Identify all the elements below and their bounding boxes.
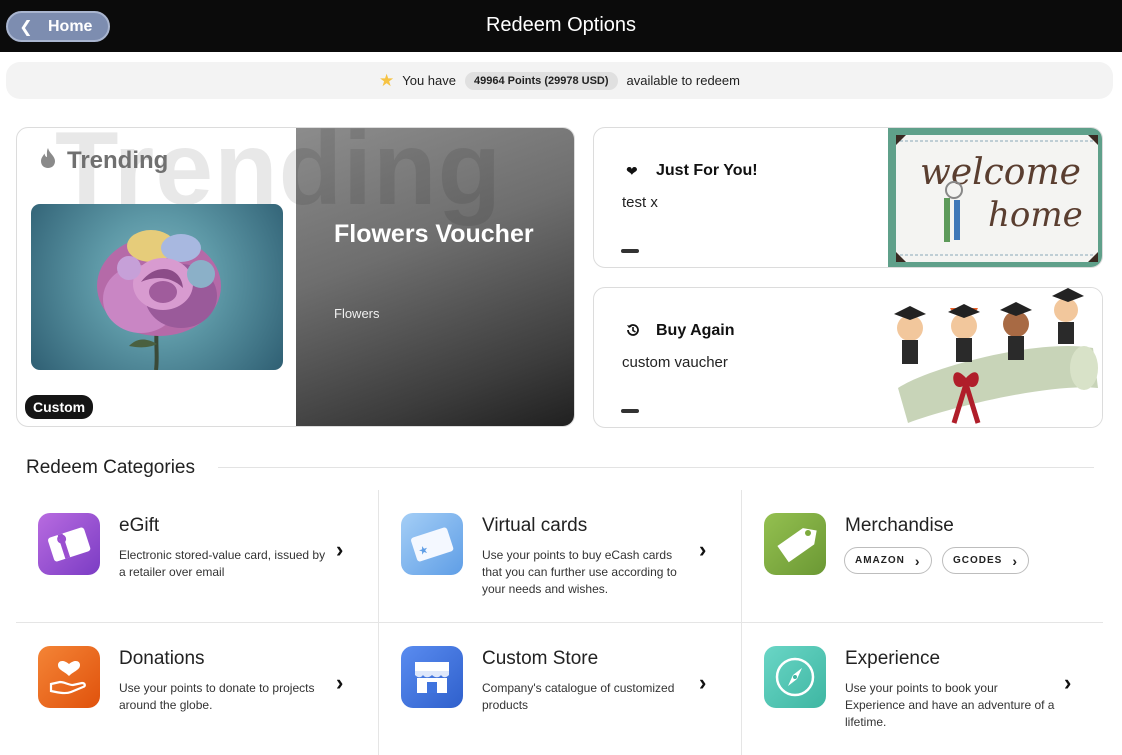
- heart-icon: ❤: [626, 162, 638, 179]
- category-description: Use your points to buy eCash cards that …: [482, 548, 677, 596]
- gcodes-chip[interactable]: GCODES ›: [942, 547, 1030, 574]
- trending-card[interactable]: Trending Trending Custom Flowers Voucher…: [16, 127, 575, 427]
- redeem-categories-title: Redeem Categories: [26, 457, 195, 478]
- just-for-you-heading: ❤ Just For You!: [626, 162, 758, 180]
- category-name: Custom Store: [482, 648, 599, 669]
- price-tag-icon: [764, 513, 826, 575]
- page-title: Redeem Options: [485, 14, 637, 36]
- chevron-right-icon[interactable]: ›: [699, 670, 706, 696]
- category-name: eGift: [119, 515, 160, 536]
- chevron-right-icon[interactable]: ›: [1064, 670, 1071, 696]
- points-badge: 49964 Points (29978 USD): [465, 71, 618, 90]
- category-donations[interactable]: Donations Use your points to donate to p…: [16, 623, 378, 755]
- trending-title: Trending: [67, 147, 169, 174]
- buy-again-card[interactable]: Buy Again custom vaucher: [593, 287, 1103, 428]
- category-name: Donations: [119, 648, 205, 669]
- category-description: Use your points to donate to projects ar…: [119, 681, 315, 712]
- just-for-you-title: Just For You!: [656, 162, 758, 179]
- store-icon: [401, 646, 463, 708]
- buy-again-subtitle: custom vaucher: [622, 354, 728, 371]
- category-experience[interactable]: Experience Use your points to book your …: [742, 623, 1104, 755]
- gift-card-icon: [38, 513, 100, 575]
- star-icon: ★: [379, 70, 395, 90]
- flame-icon: [39, 147, 57, 175]
- category-name: Experience: [845, 648, 941, 669]
- amazon-chip[interactable]: AMAZON ›: [844, 547, 932, 574]
- graduates-image: [888, 288, 1102, 427]
- section-divider: [218, 467, 1094, 468]
- category-description: Company's catalogue of customized produc…: [482, 681, 675, 712]
- category-virtual-cards[interactable]: ★ Virtual cards Use your points to buy e…: [379, 490, 741, 622]
- welcome-home-image: welcome home: [888, 128, 1102, 267]
- category-merchandise[interactable]: Merchandise AMAZON › GCODES ›: [742, 490, 1104, 622]
- category-custom-store[interactable]: Custom Store Company's catalogue of cust…: [379, 623, 741, 755]
- buy-again-title: Buy Again: [656, 322, 735, 339]
- chevron-right-icon[interactable]: ›: [699, 537, 706, 563]
- just-for-you-subtitle: test x: [622, 194, 658, 211]
- compass-icon: [764, 646, 826, 708]
- category-description: Electronic stored-value card, issued by …: [119, 548, 326, 579]
- points-banner: ★ You have 49964 Points (29978 USD) avai…: [6, 62, 1113, 99]
- category-description: Use your points to book your Experience …: [845, 681, 1055, 729]
- chevron-right-icon: ›: [1012, 552, 1019, 569]
- category-name: Virtual cards: [482, 515, 588, 536]
- points-prefix: You have: [402, 73, 456, 88]
- virtual-card-icon: ★: [401, 513, 463, 575]
- category-name: Merchandise: [845, 515, 954, 536]
- top-bar: ❮ Home Redeem Options: [0, 0, 1122, 52]
- buy-again-heading: Buy Again: [626, 322, 735, 340]
- chevron-right-icon: ›: [914, 552, 921, 569]
- welcome-art-text: welcome: [920, 152, 1081, 193]
- trending-heading: Trending: [39, 147, 168, 175]
- chevron-right-icon[interactable]: ›: [336, 537, 343, 563]
- points-suffix: available to redeem: [626, 73, 740, 88]
- voucher-category: Flowers: [334, 306, 380, 321]
- category-egift[interactable]: eGift Electronic stored-value card, issu…: [16, 490, 378, 622]
- custom-tag: Custom: [25, 395, 94, 419]
- just-for-you-card[interactable]: ❤ Just For You! test x welcome home: [593, 127, 1103, 268]
- chip-label: AMAZON: [855, 555, 905, 566]
- rose-image[interactable]: [31, 204, 283, 370]
- voucher-title[interactable]: Flowers Voucher: [334, 216, 554, 252]
- home-art-text: home: [988, 195, 1083, 235]
- history-icon: [626, 323, 648, 340]
- card-indicator: [621, 409, 639, 413]
- chevron-right-icon[interactable]: ›: [336, 670, 343, 696]
- donation-hand-icon: [38, 646, 100, 708]
- card-indicator: [621, 249, 639, 253]
- categories-grid: eGift Electronic stored-value card, issu…: [16, 490, 1103, 755]
- chip-label: GCODES: [953, 555, 1003, 566]
